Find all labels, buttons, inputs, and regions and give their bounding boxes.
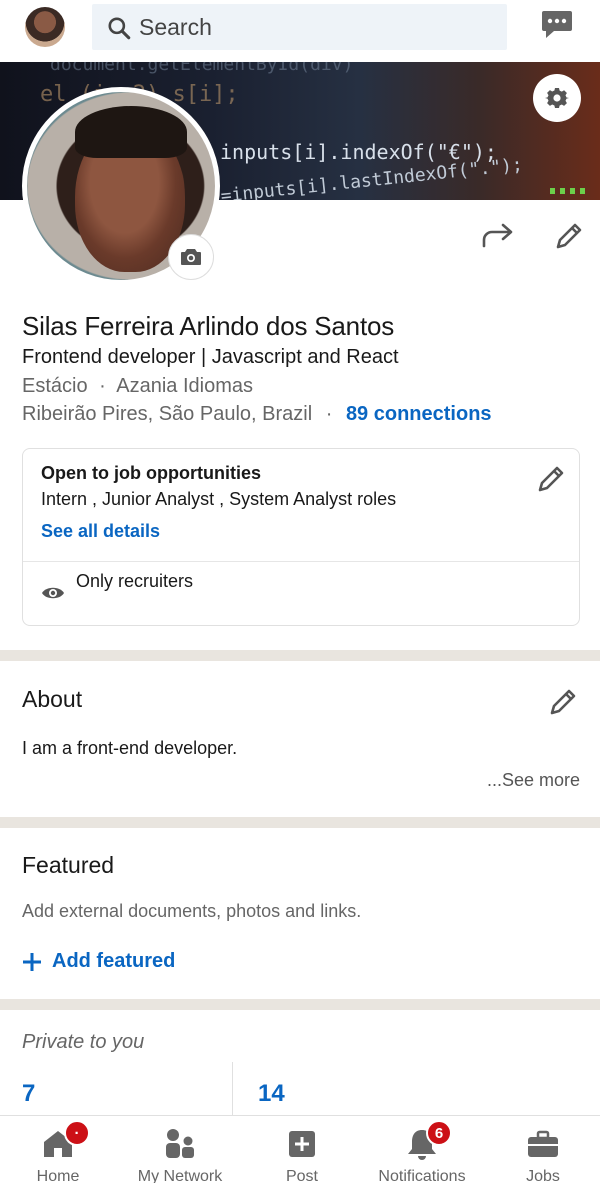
divider — [232, 1062, 233, 1116]
nav-post[interactable]: Post — [272, 1116, 332, 1183]
banner-code-line: document.getElementById(div) — [50, 62, 354, 75]
section-separator — [0, 817, 600, 828]
add-featured-button[interactable]: Add featured — [22, 950, 175, 973]
nav-jobs-label: Jobs — [526, 1168, 560, 1183]
profile-location-line: Ribeirão Pires, São Paulo, Brazil · 89 c… — [22, 403, 492, 426]
my-network-icon — [166, 1129, 194, 1158]
nav-jobs[interactable]: Jobs — [513, 1116, 573, 1183]
profile-name: Silas Ferreira Arlindo dos Santos — [22, 311, 395, 341]
nav-home-label: Home — [36, 1168, 80, 1183]
edit-about-pencil-icon[interactable] — [547, 686, 579, 718]
user-avatar[interactable] — [25, 7, 65, 47]
nav-my-network[interactable]: My Network — [134, 1116, 226, 1183]
profile-school[interactable]: Estácio — [22, 375, 88, 397]
see-all-details-link[interactable]: See all details — [41, 521, 160, 542]
nav-notifications-label: Notifications — [378, 1168, 466, 1183]
nav-home[interactable]: · Home — [28, 1116, 90, 1183]
section-separator — [0, 999, 600, 1010]
gear-icon — [545, 88, 569, 108]
banner-decoration — [550, 188, 590, 194]
add-featured-label: Add featured — [52, 950, 176, 972]
profile-education-company: Estácio · Azania Idiomas — [22, 375, 253, 398]
visibility-label: Only recruiters — [76, 571, 194, 591]
nav-post-label: Post — [285, 1168, 318, 1183]
nav-my-network-label: My Network — [137, 1168, 223, 1183]
edit-background-button[interactable] — [533, 74, 581, 122]
separator-dot: · — [325, 403, 333, 425]
divider — [23, 561, 579, 562]
nav-notifications[interactable]: 6 Notifications — [372, 1116, 472, 1183]
search-bar[interactable]: Search — [92, 4, 507, 50]
bottom-navigation: · Home My Network Post 6 Notifications J… — [0, 1115, 600, 1183]
top-bar: Search — [0, 0, 600, 62]
separator-dot: · — [99, 375, 106, 397]
open-to-work-title: Open to job opportunities — [41, 463, 261, 483]
see-more-link[interactable]: ...See more — [487, 770, 580, 791]
camera-icon — [181, 249, 201, 265]
search-icon — [108, 17, 131, 40]
profile-headline: Frontend developer | Javascript and Reac… — [22, 346, 399, 368]
messaging-icon[interactable] — [540, 7, 574, 41]
notifications-badge: 6 — [426, 1120, 452, 1146]
connections-link[interactable]: 89 connections — [346, 403, 492, 425]
profile-location: Ribeirão Pires, São Paulo, Brazil — [22, 403, 313, 425]
about-text: I am a front-end developer. — [22, 738, 238, 758]
briefcase-icon — [528, 1130, 558, 1157]
open-to-work-roles: Intern , Junior Analyst , System Analyst… — [41, 489, 397, 509]
open-to-work-card: Open to job opportunities Intern , Junio… — [22, 448, 580, 626]
section-separator — [0, 650, 600, 661]
profile-company[interactable]: Azania Idiomas — [116, 375, 253, 397]
private-stat-2[interactable]: 14 — [258, 1080, 285, 1108]
featured-title: Featured — [22, 852, 115, 878]
private-to-you-title: Private to you — [22, 1031, 145, 1053]
edit-open-to-work-pencil-icon[interactable] — [535, 463, 567, 495]
eye-icon — [42, 587, 64, 599]
plus-icon — [23, 952, 41, 971]
home-badge: · — [64, 1120, 90, 1146]
edit-photo-button[interactable] — [168, 234, 214, 280]
edit-intro-pencil-icon[interactable] — [553, 220, 585, 252]
private-stat-1[interactable]: 7 — [22, 1080, 35, 1108]
search-placeholder: Search — [139, 14, 212, 40]
featured-description: Add external documents, photos and links… — [22, 901, 362, 921]
post-icon — [289, 1131, 315, 1157]
about-title: About — [22, 686, 83, 712]
profile-photo-hair — [75, 106, 187, 158]
share-icon[interactable] — [480, 220, 516, 252]
